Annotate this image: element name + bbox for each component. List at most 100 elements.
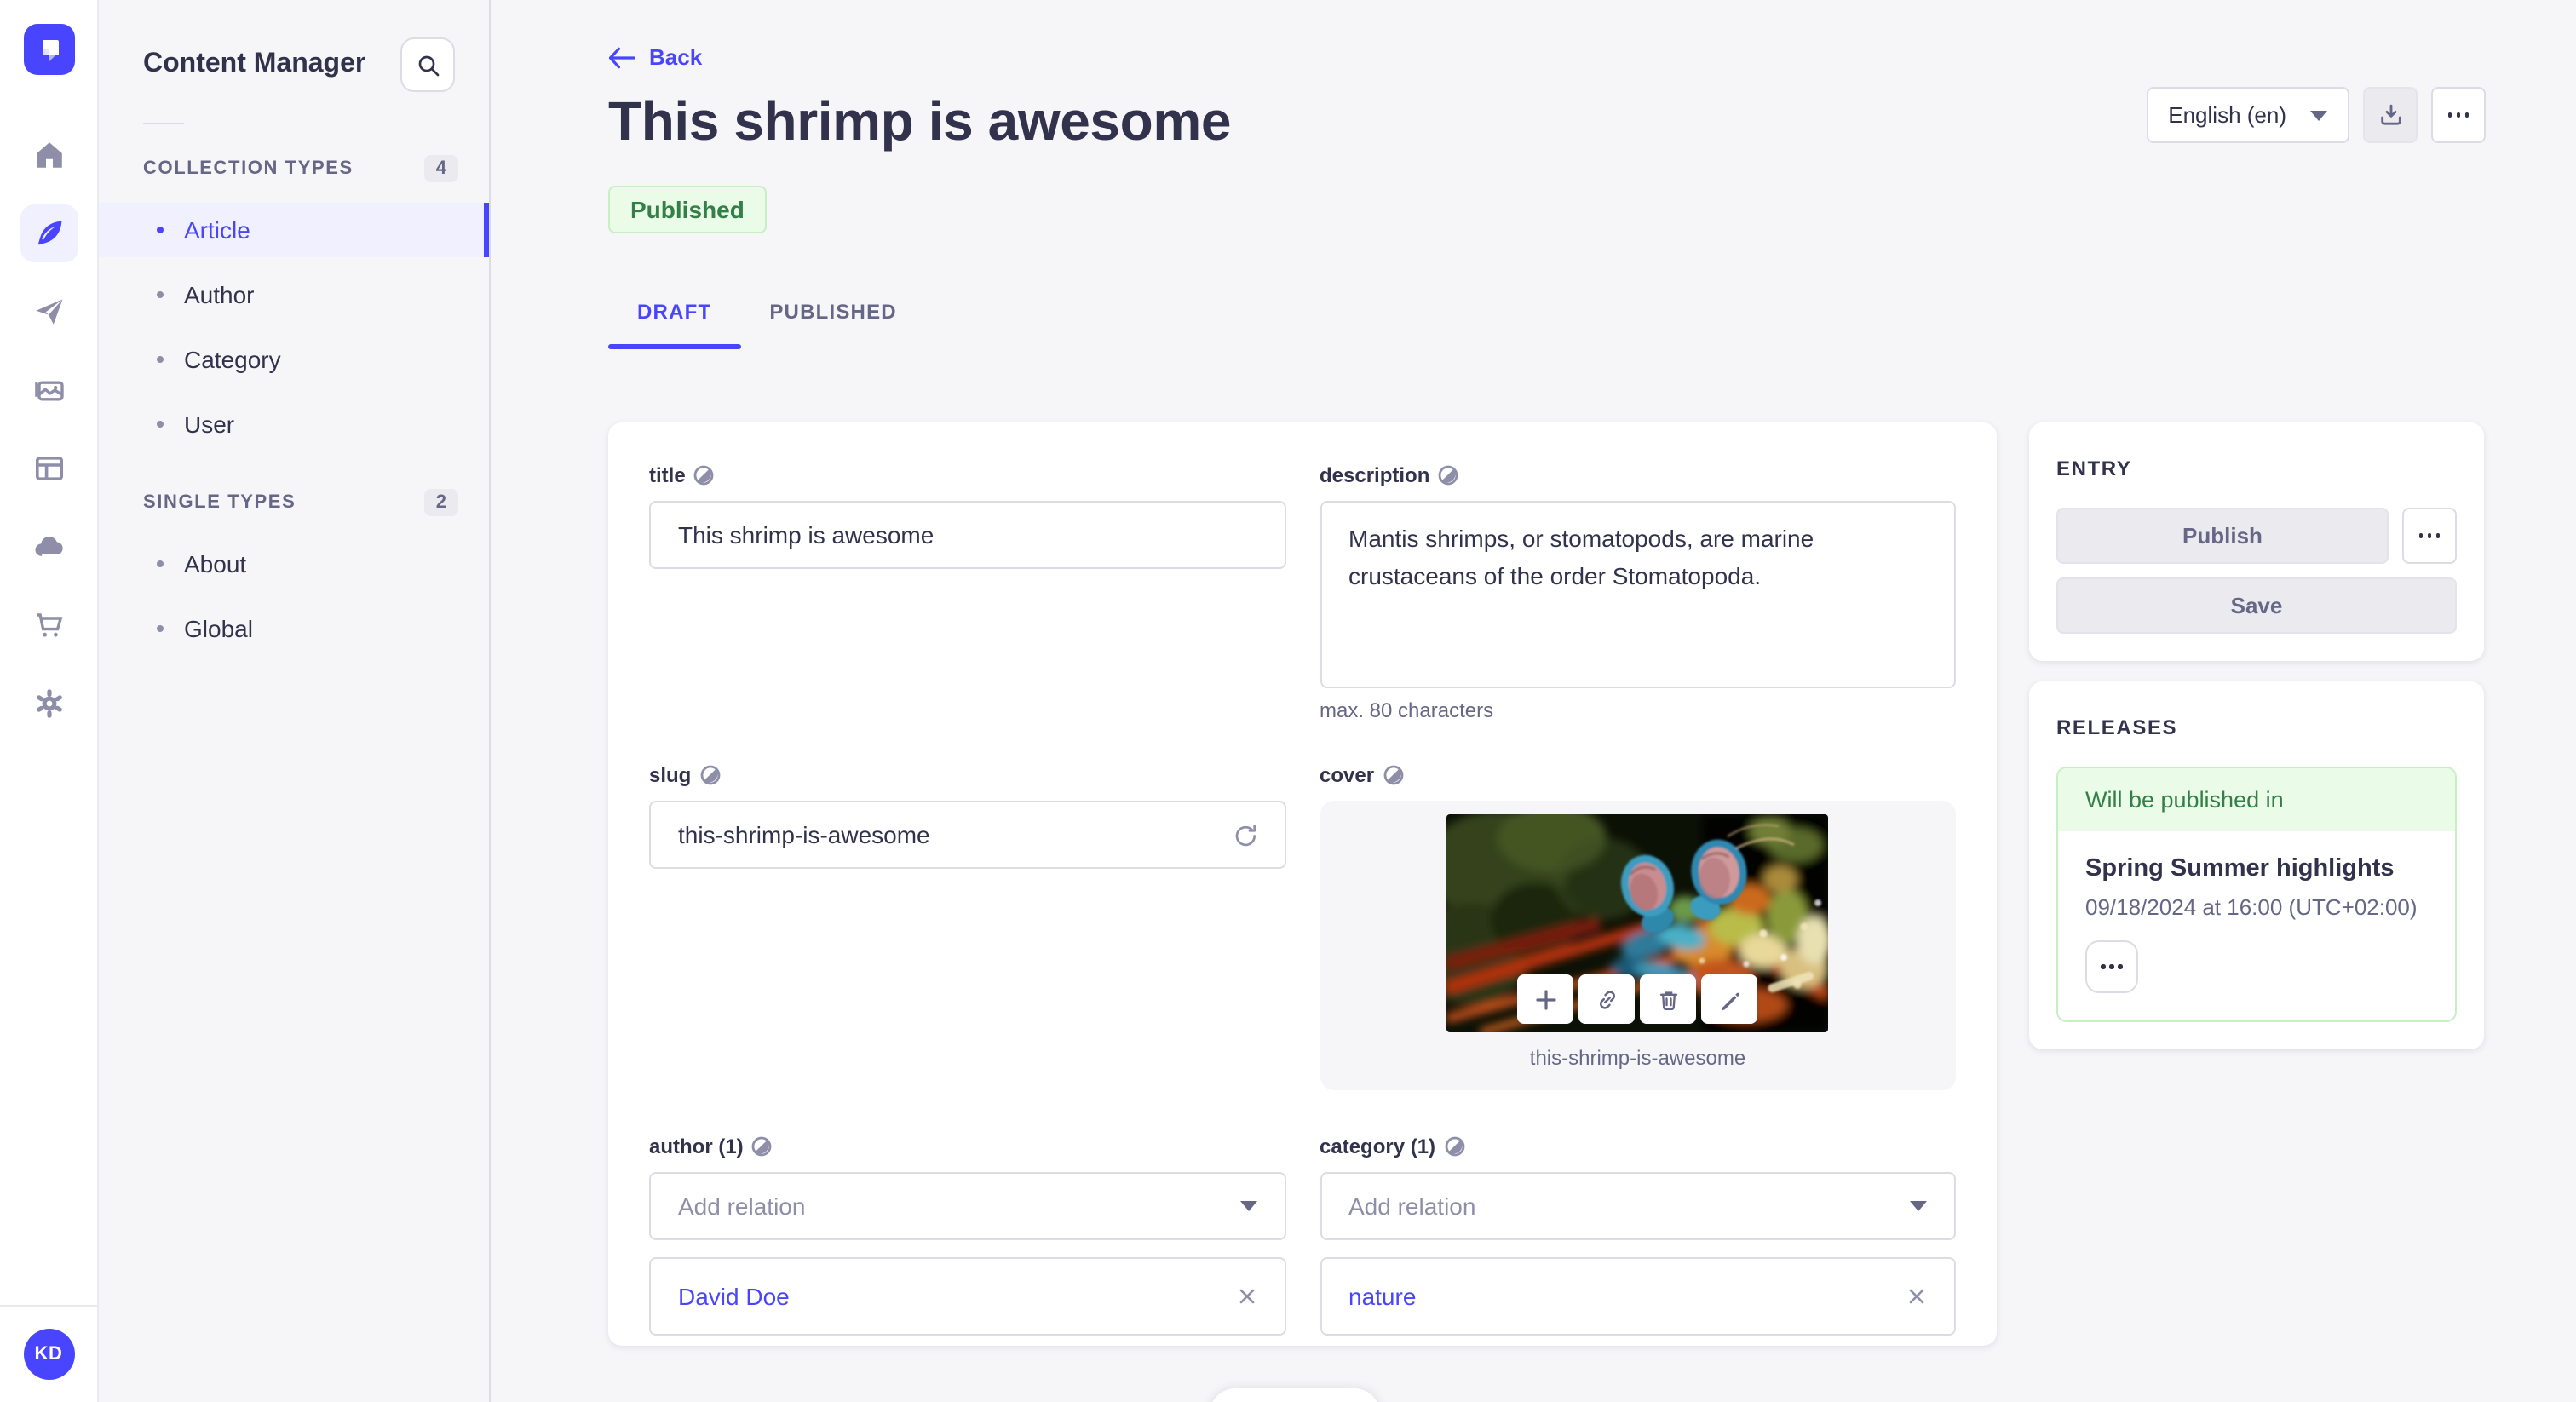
- bullet-icon: [157, 227, 164, 233]
- back-link[interactable]: Back: [608, 44, 702, 70]
- strapi-logo-icon[interactable]: [23, 24, 74, 75]
- bullet-icon: [157, 356, 164, 363]
- title-input[interactable]: This shrimp is awesome: [649, 501, 1285, 569]
- field-label: title: [649, 463, 686, 487]
- bullet-icon: [157, 560, 164, 567]
- images-icon[interactable]: [20, 361, 78, 419]
- entry-more-button[interactable]: [2402, 508, 2457, 564]
- slug-input[interactable]: this-shrimp-is-awesome: [649, 801, 1285, 869]
- cover-field: cover this-shrimp-is-awesome: [1320, 763, 1956, 1135]
- content-manager-subnav: Content Manager COLLECTION TYPES 4 Artic…: [99, 0, 491, 1402]
- combobox-placeholder: Add relation: [1348, 1192, 1476, 1220]
- sidebar-item-article[interactable]: Article: [99, 203, 489, 257]
- tab-draft[interactable]: DRAFT: [608, 279, 740, 349]
- description-textarea[interactable]: Mantis shrimps, or stomatopods, are mari…: [1320, 501, 1956, 688]
- collection-types-section: COLLECTION TYPES 4 Article Author Catego…: [99, 141, 489, 451]
- releases-heading: RELEASES: [2056, 715, 2178, 739]
- edit-asset-button[interactable]: [1701, 974, 1758, 1024]
- globe-icon: [699, 765, 720, 785]
- chevron-down-icon: [2310, 110, 2327, 120]
- back-label: Back: [649, 44, 703, 70]
- cover-caption: this-shrimp-is-awesome: [1529, 1046, 1746, 1070]
- bullet-icon: [157, 291, 164, 298]
- locale-select[interactable]: English (en): [2146, 87, 2349, 143]
- locale-value: English (en): [2168, 102, 2286, 128]
- sidebar-item-author[interactable]: Author: [99, 267, 489, 322]
- author-field: author (1) Add relation David Doe: [649, 1135, 1285, 1336]
- description-value: Mantis shrimps, or stomatopods, are mari…: [1348, 525, 1814, 589]
- copy-link-button[interactable]: [1578, 974, 1636, 1024]
- download-button[interactable]: [2363, 87, 2418, 143]
- cloud-icon[interactable]: [20, 518, 78, 576]
- globe-icon: [752, 1136, 773, 1157]
- back-arrow-icon: [608, 45, 635, 69]
- close-icon[interactable]: [1906, 1286, 1927, 1307]
- single-types-section: SINGLE TYPES 2 About Global: [99, 475, 489, 656]
- gear-icon[interactable]: [20, 675, 78, 733]
- app-root: KD Content Manager COLLECTION TYPES 4 Ar…: [0, 0, 2576, 1402]
- entry-heading: ENTRY: [2056, 457, 2132, 480]
- section-count-badge: 4: [423, 155, 458, 182]
- close-icon[interactable]: [1236, 1286, 1256, 1307]
- trash-icon: [1657, 987, 1681, 1011]
- release-status: Will be published in: [2058, 768, 2455, 831]
- header-controls: English (en): [2146, 87, 2486, 143]
- edit-form-card: title This shrimp is awesome description: [608, 422, 1997, 1346]
- more-actions-button[interactable]: [2431, 87, 2486, 143]
- delete-asset-button[interactable]: [1640, 974, 1697, 1024]
- globe-icon: [694, 465, 715, 486]
- bullet-icon: [157, 421, 164, 428]
- releases-panel: RELEASES Will be published in Spring Sum…: [2029, 681, 2484, 1049]
- sidebar-item-label: About: [184, 550, 247, 577]
- home-icon[interactable]: [20, 126, 78, 184]
- cover-image: [1446, 814, 1829, 1032]
- section-count-badge: 2: [423, 489, 458, 516]
- bullet-icon: [157, 625, 164, 632]
- rail-nav: [20, 126, 78, 733]
- globe-icon: [1438, 465, 1458, 486]
- sidebar-item-global[interactable]: Global: [99, 601, 489, 656]
- avatar[interactable]: KD: [23, 1329, 74, 1380]
- title-value: This shrimp is awesome: [678, 521, 934, 549]
- cart-icon[interactable]: [20, 596, 78, 654]
- release-item: Will be published in Spring Summer highl…: [2056, 767, 2457, 1022]
- paper-plane-icon[interactable]: [20, 283, 78, 341]
- section-label: COLLECTION TYPES: [143, 158, 354, 179]
- category-relation-combobox[interactable]: Add relation: [1320, 1172, 1956, 1240]
- sidebar-item-category[interactable]: Category: [99, 332, 489, 387]
- field-label: cover: [1320, 763, 1375, 787]
- sidebar-item-about[interactable]: About: [99, 537, 489, 591]
- entry-panel: ENTRY Publish Save: [2029, 422, 2484, 661]
- feather-pen-icon[interactable]: [20, 204, 78, 262]
- sidebar-item-label: Author: [184, 281, 255, 308]
- release-more-button[interactable]: [2085, 940, 2138, 993]
- chevron-down-icon: [1239, 1201, 1256, 1211]
- globe-icon: [1444, 1136, 1464, 1157]
- description-field: description Mantis shrimps, or stomatopo…: [1320, 463, 1956, 763]
- add-asset-button[interactable]: [1517, 974, 1574, 1024]
- release-date: 09/18/2024 at 16:00 (UTC+02:00): [2085, 894, 2418, 920]
- author-relation-item: David Doe: [649, 1257, 1285, 1336]
- publish-button[interactable]: Publish: [2056, 508, 2389, 564]
- ellipsis-icon: [2101, 964, 2123, 969]
- relation-link[interactable]: David Doe: [678, 1283, 790, 1310]
- page-title: This shrimp is awesome: [608, 90, 1232, 152]
- bottom-peek-card: [1210, 1388, 1380, 1402]
- field-label: slug: [649, 763, 692, 787]
- field-label: category (1): [1320, 1135, 1436, 1158]
- author-relation-combobox[interactable]: Add relation: [649, 1172, 1285, 1240]
- relation-link[interactable]: nature: [1348, 1283, 1416, 1310]
- sidebar-item-user[interactable]: User: [99, 397, 489, 451]
- slug-field: slug this-shrimp-is-awesome: [649, 763, 1285, 1135]
- chevron-down-icon: [1910, 1201, 1927, 1211]
- search-button[interactable]: [400, 37, 455, 92]
- tab-published[interactable]: PUBLISHED: [740, 279, 926, 344]
- version-tabs: DRAFT PUBLISHED: [608, 279, 926, 349]
- save-button[interactable]: Save: [2056, 577, 2457, 634]
- search-icon: [415, 52, 440, 78]
- status-badge: Published: [608, 186, 767, 233]
- field-label: description: [1320, 463, 1430, 487]
- regenerate-icon[interactable]: [1231, 822, 1256, 848]
- ellipsis-icon: [2447, 112, 2470, 118]
- layout-icon[interactable]: [20, 440, 78, 497]
